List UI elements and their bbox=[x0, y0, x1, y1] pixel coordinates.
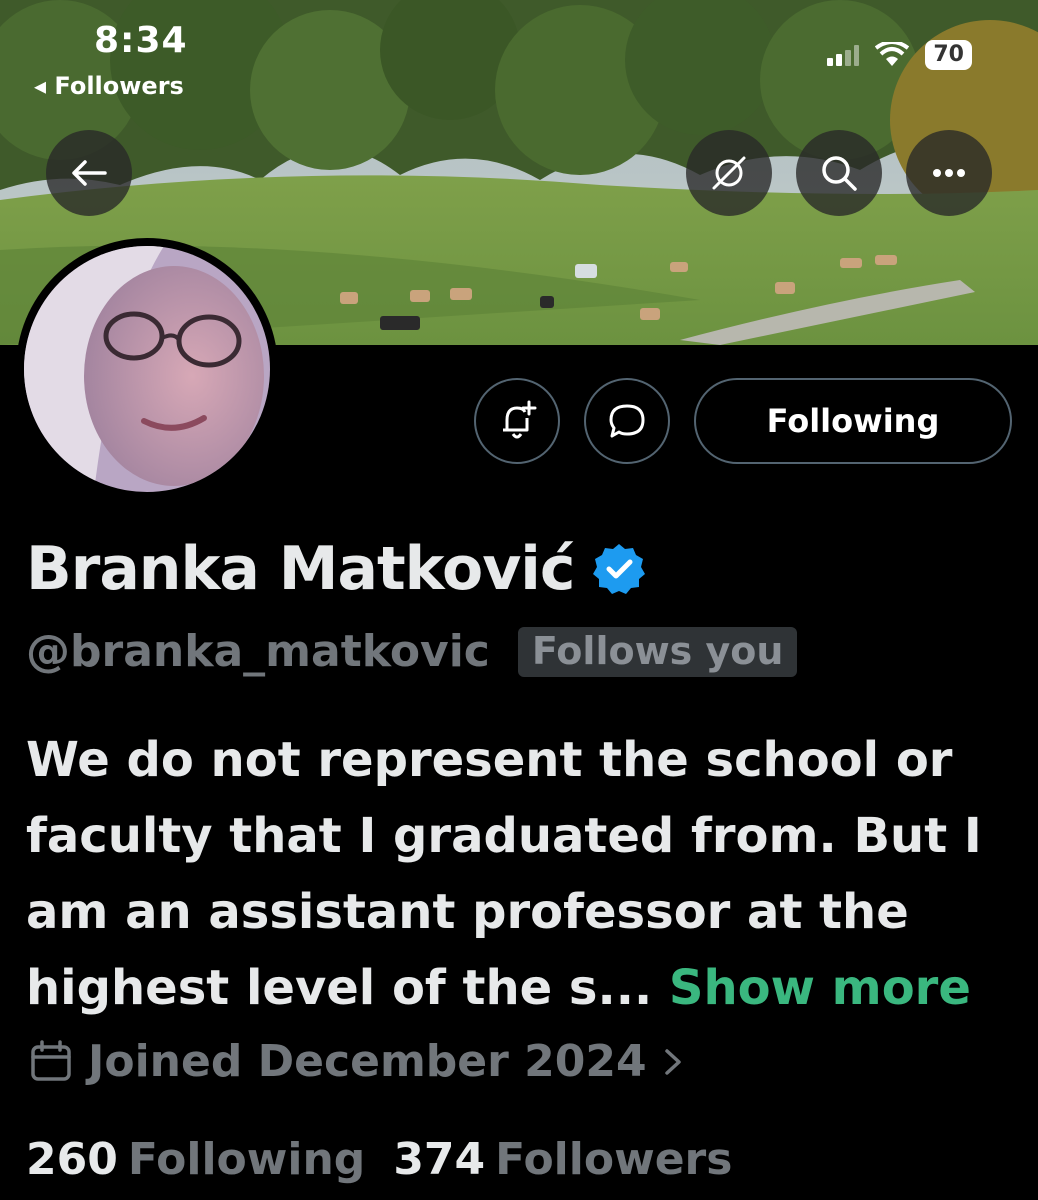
follow-stats: 260 Following 374 Followers bbox=[26, 1134, 732, 1185]
grok-slash-icon bbox=[712, 156, 746, 190]
status-back-label: Followers bbox=[54, 72, 184, 100]
message-button[interactable] bbox=[584, 378, 670, 464]
profile-handle: @branka_matkovic bbox=[26, 626, 490, 677]
followers-stat-label: Followers bbox=[495, 1134, 733, 1185]
following-button[interactable]: Following bbox=[694, 378, 1012, 464]
avatar[interactable] bbox=[16, 238, 278, 500]
following-stat[interactable]: 260 Following bbox=[26, 1134, 365, 1185]
signal-icon bbox=[827, 45, 860, 66]
arrow-left-icon bbox=[72, 160, 107, 186]
search-icon bbox=[822, 156, 857, 191]
chevron-right-icon bbox=[664, 1048, 681, 1075]
profile-name-row: Branka Matković bbox=[26, 534, 646, 604]
followers-stat[interactable]: 374 Followers bbox=[393, 1134, 732, 1185]
status-time: 8:34 bbox=[94, 20, 188, 61]
joined-date[interactable]: Joined December 2024 bbox=[28, 1036, 685, 1087]
show-more-link[interactable]: Show more bbox=[669, 960, 971, 1016]
battery-indicator: 70 bbox=[925, 40, 972, 70]
wifi-icon bbox=[875, 42, 910, 66]
following-count: 260 bbox=[26, 1134, 118, 1185]
bell-plus-icon bbox=[503, 400, 537, 439]
search-button[interactable] bbox=[796, 130, 882, 216]
more-icon bbox=[933, 169, 965, 177]
follows-you-badge: Follows you bbox=[517, 626, 798, 677]
status-icons: 70 bbox=[827, 40, 972, 70]
notify-button[interactable] bbox=[474, 378, 560, 464]
calendar-icon bbox=[31, 1039, 71, 1081]
profile-name: Branka Matković bbox=[26, 534, 575, 604]
grok-button[interactable] bbox=[686, 130, 772, 216]
followers-count: 374 bbox=[393, 1134, 486, 1185]
joined-label: Joined December 2024 bbox=[88, 1036, 647, 1087]
following-stat-label: Following bbox=[127, 1134, 366, 1185]
back-button[interactable] bbox=[46, 130, 132, 216]
status-back-link[interactable]: ◂ Followers bbox=[34, 72, 184, 100]
more-button[interactable] bbox=[906, 130, 992, 216]
profile-bio: We do not represent the school or facult… bbox=[26, 722, 1016, 1026]
handle-row: @branka_matkovic Follows you bbox=[26, 626, 798, 677]
verified-badge-icon[interactable] bbox=[592, 542, 646, 596]
chat-bubble-icon bbox=[609, 404, 645, 438]
avatar-image bbox=[24, 246, 270, 492]
